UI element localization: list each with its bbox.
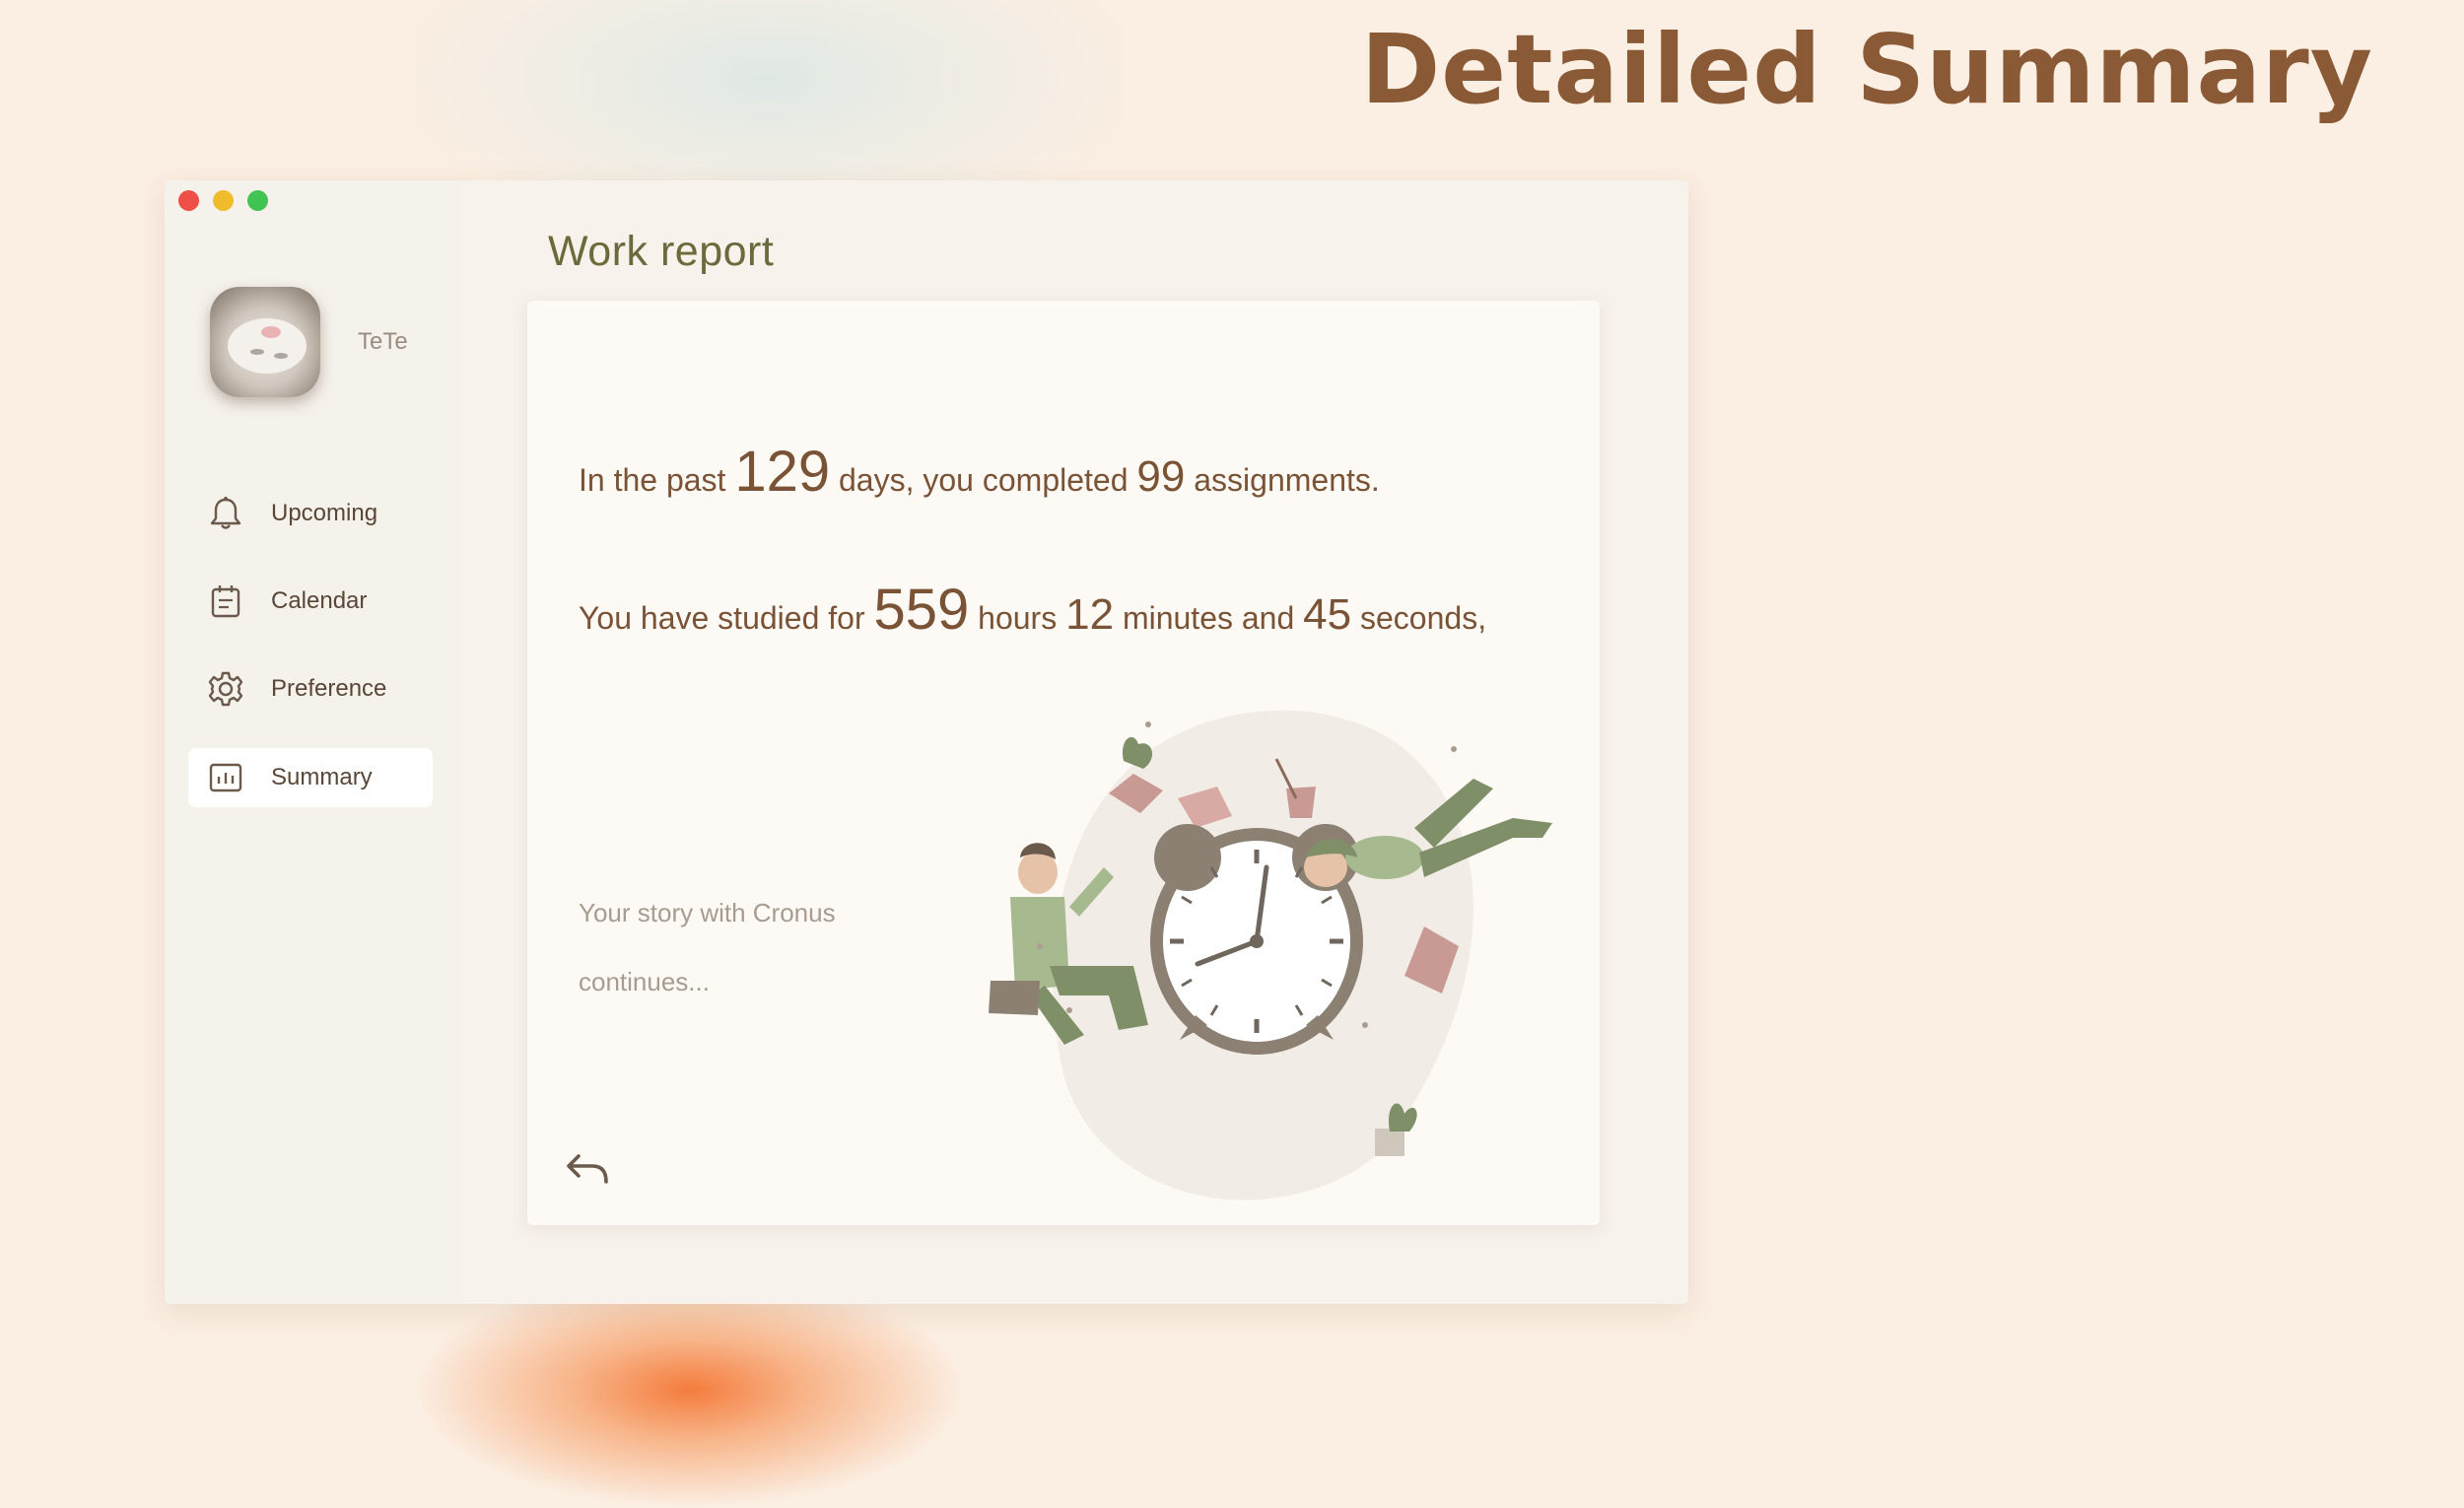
avatar-image xyxy=(210,287,320,397)
sidebar-item-label: Calendar xyxy=(271,587,368,614)
story-text: Your story with Cronus xyxy=(579,898,836,927)
background-glow-bottom xyxy=(414,1271,966,1508)
story-text-continued: continues... xyxy=(579,967,710,996)
assignments-count: 99 xyxy=(1136,452,1186,501)
back-arrow-icon xyxy=(567,1154,608,1184)
sidebar-item-label: Preference xyxy=(271,675,387,702)
sidebar-item-label: Summary xyxy=(271,764,373,790)
minimize-window-button[interactable] xyxy=(213,190,234,211)
study-time-summary: You have studied for 559 hours 12 minute… xyxy=(579,577,1486,643)
days-mid-text: days, you completed xyxy=(839,462,1129,498)
sidebar-item-upcoming[interactable]: Upcoming xyxy=(188,484,433,543)
study-prefix: You have studied for xyxy=(579,600,865,636)
app-window: TeTe Upcoming Calendar Preference Summar… xyxy=(165,180,1688,1304)
gear-icon xyxy=(206,669,245,709)
sidebar-item-summary[interactable]: Summary xyxy=(188,748,433,807)
minutes-count: 12 xyxy=(1065,590,1115,639)
days-count: 129 xyxy=(734,440,831,504)
zoom-window-button[interactable] xyxy=(247,190,268,211)
promo-title: Detailed Summary xyxy=(1360,14,2373,125)
username: TeTe xyxy=(358,328,408,355)
sidebar-item-calendar[interactable]: Calendar xyxy=(188,572,433,631)
traffic-lights xyxy=(178,190,268,211)
seconds-count: 45 xyxy=(1303,590,1352,639)
days-prefix: In the past xyxy=(579,462,726,498)
report-card: In the past 129 days, you completed 99 a… xyxy=(527,301,1600,1225)
time-illustration xyxy=(961,700,1592,1212)
minutes-label: minutes and xyxy=(1122,600,1295,636)
assignments-suffix: assignments. xyxy=(1194,462,1380,498)
sidebar: TeTe Upcoming Calendar Preference Summar… xyxy=(165,180,460,1304)
seconds-label: seconds, xyxy=(1360,600,1487,636)
chart-icon xyxy=(206,758,245,797)
days-summary: In the past 129 days, you completed 99 a… xyxy=(579,439,1380,505)
avatar[interactable] xyxy=(210,287,320,397)
bell-icon xyxy=(206,494,245,533)
back-button[interactable] xyxy=(565,1148,612,1192)
calendar-icon xyxy=(206,582,245,621)
page-title: Work report xyxy=(548,228,775,275)
sidebar-item-preference[interactable]: Preference xyxy=(188,659,433,719)
close-window-button[interactable] xyxy=(178,190,199,211)
hours-count: 559 xyxy=(873,578,970,642)
sidebar-item-label: Upcoming xyxy=(271,500,378,526)
hours-label: hours xyxy=(978,600,1058,636)
